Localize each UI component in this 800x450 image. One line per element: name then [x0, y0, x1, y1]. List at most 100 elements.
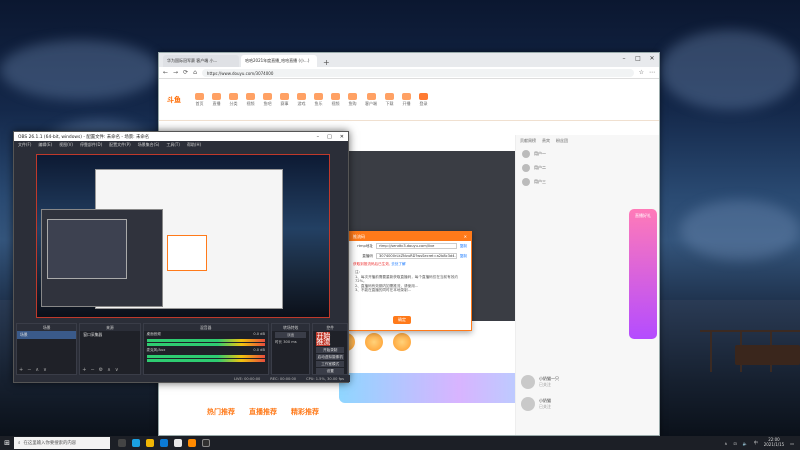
source-item[interactable]: 窗口采集器	[80, 331, 139, 339]
url-input[interactable]: https://www.douyu.com/3074000	[201, 68, 634, 77]
obs-preview[interactable]	[36, 154, 330, 318]
obs-icon[interactable]	[202, 439, 210, 447]
nav-item[interactable]: 分类	[229, 92, 238, 107]
menu-item[interactable]: 视图(V)	[59, 142, 73, 148]
rank-user[interactable]: 用户二	[516, 161, 659, 175]
store-icon[interactable]	[160, 439, 168, 447]
nav-item[interactable]: 鱼购	[348, 92, 357, 107]
edge-icon[interactable]	[132, 439, 140, 447]
chevron-up-icon[interactable]: ∧	[724, 441, 727, 446]
menu-item[interactable]: 工具(T)	[166, 142, 180, 148]
rank-user[interactable]: 用户一	[516, 147, 659, 161]
maximize-button[interactable]: □	[327, 134, 332, 140]
nav-item[interactable]: 赛事	[280, 92, 289, 107]
menu-item[interactable]: 编辑(E)	[38, 142, 52, 148]
start-streaming-button[interactable]: 开始推流	[316, 332, 331, 346]
nav-item[interactable]: 首页	[195, 92, 204, 107]
nav-item[interactable]: 视频	[246, 92, 255, 107]
remove-icon[interactable]: −	[27, 367, 31, 373]
rank-tab[interactable]: 贵宾	[542, 138, 550, 144]
close-icon[interactable]: ✕	[464, 234, 467, 239]
minimize-button[interactable]: –	[317, 134, 320, 140]
add-icon[interactable]: +	[19, 367, 23, 373]
back-icon[interactable]: ←	[163, 69, 168, 76]
home-icon[interactable]: ⌂	[193, 69, 197, 76]
notification-icon[interactable]: ▭	[790, 441, 794, 446]
scene-item[interactable]: 场景	[17, 331, 77, 339]
ok-button[interactable]: 确定	[393, 316, 411, 324]
down-icon[interactable]: ∨	[115, 367, 119, 373]
nav-item[interactable]: 开播	[402, 92, 411, 107]
list-item[interactable]: 小奶猫 已关注	[521, 393, 651, 415]
up-icon[interactable]: ∧	[107, 367, 111, 373]
list-item[interactable]: 小奶猫一只 已关注	[521, 371, 651, 393]
settings-button[interactable]: 设置	[316, 368, 345, 374]
copy-key-button[interactable]: 复制	[460, 254, 467, 259]
gift-icon[interactable]	[393, 333, 411, 351]
nav-item[interactable]: 视频	[331, 92, 340, 107]
dock-header: 控件	[313, 324, 348, 331]
obs-menu-bar: 文件(F) 编辑(E) 视图(V) 停靠部件(D) 配置文件(P) 场景集合(S…	[14, 141, 348, 149]
app-icon[interactable]	[174, 439, 182, 447]
douyu-icon[interactable]	[188, 439, 196, 447]
forward-icon[interactable]: →	[173, 69, 178, 76]
rank-tab[interactable]: 贡献周榜	[520, 138, 536, 144]
nav-item[interactable]: 鱼吧	[263, 92, 272, 107]
windows-start-icon[interactable]: ⊞	[0, 436, 14, 450]
copy-rtmp-button[interactable]: 复制	[460, 244, 467, 249]
new-tab-button[interactable]: +	[319, 58, 334, 67]
nav-item[interactable]: 客户端	[365, 92, 377, 107]
studio-mode-button[interactable]: 工作室模式	[316, 361, 345, 367]
duration-field[interactable]: 300 ms	[283, 340, 296, 344]
menu-item[interactable]: 场景集合(S)	[138, 142, 160, 148]
add-icon[interactable]: +	[82, 367, 86, 373]
menu-item[interactable]: 帮助(H)	[187, 142, 201, 148]
transition-select[interactable]: 淡出	[274, 332, 307, 338]
rtmp-label: rtmp地址	[357, 243, 373, 248]
ime-icon[interactable]: 中	[754, 440, 758, 446]
gear-icon[interactable]: ⚙	[99, 367, 103, 373]
rank-tab[interactable]: 粉丝团	[556, 138, 568, 144]
network-icon[interactable]: ⊡	[733, 441, 736, 446]
task-view-icon[interactable]	[118, 439, 126, 447]
minimize-button[interactable]: –	[617, 55, 631, 67]
browser-tab[interactable]: 华为国际冠军赛 客户端 小...	[163, 55, 239, 67]
nav-item[interactable]: 游戏	[297, 92, 306, 107]
menu-icon[interactable]: ⋯	[649, 69, 655, 76]
clock[interactable]: 22:00 2021/1/15	[764, 438, 785, 447]
nav-item[interactable]: 直播	[212, 92, 221, 107]
content-tab[interactable]: 热门推荐	[207, 407, 235, 417]
learn-link[interactable]: 去处了解	[391, 262, 405, 266]
start-recording-button[interactable]: 开始录制	[316, 347, 345, 353]
site-logo[interactable]: 斗鱼	[167, 95, 181, 105]
scenes-dock: 场景 场景 + − ∧ ∨	[16, 323, 78, 375]
nav-item[interactable]: 鱼乐	[314, 92, 323, 107]
side-promo[interactable]: 直播好礼	[629, 209, 657, 339]
content-tab[interactable]: 直播推荐	[249, 407, 277, 417]
remove-icon[interactable]: −	[90, 367, 94, 373]
login-button[interactable]: 登录	[419, 92, 428, 107]
close-button[interactable]: ✕	[645, 55, 659, 67]
browser-tab-active[interactable]: 哈哈2021年度直播_哈哈直播 (小...)	[241, 55, 317, 67]
rank-user[interactable]: 用户三	[516, 175, 659, 189]
down-icon[interactable]: ∨	[43, 367, 47, 373]
gift-icon[interactable]	[365, 333, 383, 351]
volume-icon[interactable]: 🔈	[743, 441, 748, 446]
virtual-camera-button[interactable]: 启动虚拟摄像机	[316, 354, 345, 360]
menu-item[interactable]: 配置文件(P)	[109, 142, 131, 148]
maximize-button[interactable]: □	[631, 55, 645, 67]
refresh-icon[interactable]: ⟳	[183, 69, 188, 76]
nav-item[interactable]: 下载	[385, 92, 394, 107]
close-button[interactable]: ✕	[340, 134, 344, 140]
star-icon[interactable]: ☆	[639, 69, 644, 76]
menu-item[interactable]: 停靠部件(D)	[80, 142, 102, 148]
up-icon[interactable]: ∧	[35, 367, 39, 373]
taskbar: ⊞ ⌕ 在这里输入你要搜索的内容 ∧ ⊡ 🔈 中 22:00 2021/1/15…	[0, 436, 800, 450]
key-field[interactable]: 3074000rLkZNvuRD?wsSecret=a2b8c3d4...	[376, 253, 457, 259]
taskbar-search-input[interactable]: ⌕ 在这里输入你要搜索的内容	[14, 437, 110, 449]
file-explorer-icon[interactable]	[146, 439, 154, 447]
rtmp-field[interactable]: rtmp://sendtc3.douyu.com/live	[376, 243, 457, 249]
menu-item[interactable]: 文件(F)	[18, 142, 31, 148]
search-icon: ⌕	[18, 441, 21, 446]
content-tab[interactable]: 精彩推荐	[291, 407, 319, 417]
